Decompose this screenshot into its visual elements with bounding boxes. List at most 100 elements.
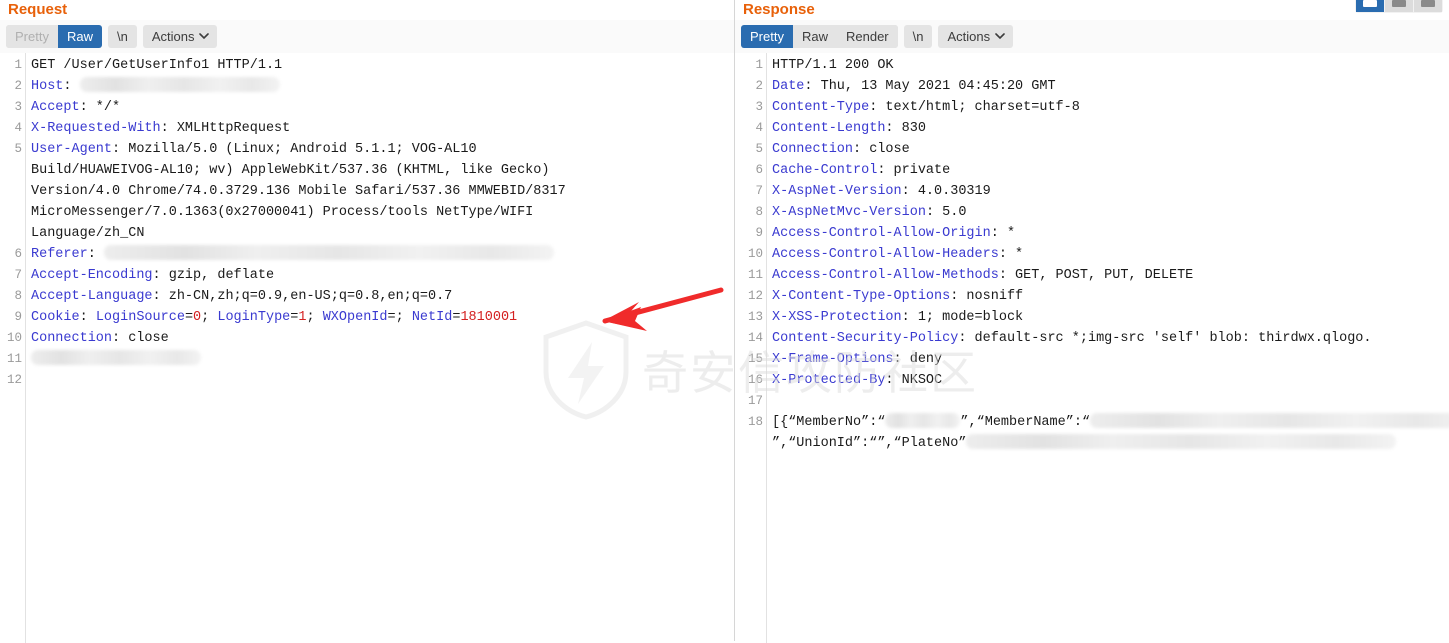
code-text: : — [87, 247, 104, 262]
code-line: Accept-Language: zh-CN,zh;q=0.9,en-US;q=… — [31, 286, 734, 307]
line-number: 8 — [755, 205, 763, 219]
tab-response-raw[interactable]: Raw — [792, 24, 837, 48]
code-line: GET /User/GetUserInfo1 HTTP/1.1 — [31, 55, 734, 76]
header-name: Content-Security-Policy — [772, 331, 959, 346]
request-panel-title: Request — [8, 1, 68, 18]
code-text: [{“MemberNo”:“ — [772, 415, 886, 430]
header-name: X-XSS-Protection — [772, 310, 902, 325]
line-number: 6 — [755, 163, 763, 177]
request-tabbar: Pretty Raw \n Actions — [0, 20, 734, 53]
code-text: : Thu, 13 May 2021 04:45:20 GMT — [804, 79, 1056, 94]
line-number — [0, 181, 25, 202]
line-number: 3 — [14, 100, 22, 114]
line-number: 15 — [747, 352, 763, 366]
request-newline-toggle[interactable]: \n — [107, 24, 137, 48]
code-line: HTTP/1.1 200 OK — [772, 55, 1449, 76]
line-number: 2 — [14, 79, 22, 93]
response-newline-toggle[interactable]: \n — [903, 24, 933, 48]
header-value-highlight: 0 — [193, 310, 202, 325]
line-number: 10 — [747, 247, 763, 261]
tab-request-raw[interactable]: Raw — [57, 24, 102, 48]
code-line: X-AspNetMvc-Version: 5.0 — [772, 202, 1449, 223]
layout-split-horizontal-button[interactable] — [1385, 0, 1413, 12]
code-line: Build/HUAWEIVOG-AL10; wv) AppleWebKit/53… — [31, 160, 734, 181]
request-view-tabs: Pretty Raw — [6, 24, 102, 48]
request-actions-button[interactable]: Actions — [142, 24, 218, 48]
request-code-area[interactable]: 1 2 3 4 5 6 7 8 9 10 11 12 GET /User/GetUserInfo1 H… — [0, 53, 734, 643]
line-number: 14 — [747, 331, 763, 345]
layout-single-pane-button[interactable] — [1414, 0, 1442, 12]
code-line: ”,“UnionId”:“”,“PlateNo” — [772, 433, 1449, 454]
line-number — [0, 160, 25, 181]
code-text: GET /User/GetUserInfo1 HTTP/1.1 — [31, 58, 283, 73]
line-number: 6 — [14, 247, 22, 261]
line-number: 11 — [6, 352, 22, 366]
header-name: Access-Control-Allow-Origin — [772, 226, 991, 241]
http-message-viewer: Request Pretty Raw \n Actions 1234567891… — [0, 0, 1449, 643]
header-name: Host — [31, 79, 64, 94]
code-text: : 830 — [885, 121, 926, 136]
line-number: 10 — [6, 331, 22, 345]
redacted-text — [103, 245, 554, 260]
code-line: Content-Type: text/html; charset=utf-8 — [772, 97, 1449, 118]
header-name: Accept — [31, 100, 80, 115]
response-panel: Response Pretty Raw Render \n Actions 12… — [735, 0, 1449, 643]
tab-response-render[interactable]: Render — [836, 24, 898, 48]
header-name: Access-Control-Allow-Headers — [772, 247, 999, 262]
line-number: 16 — [747, 373, 763, 387]
code-line: Referer: — [31, 244, 734, 265]
code-line: X-Protected-By: NKSOC — [772, 370, 1449, 391]
code-line: Connection: close — [31, 328, 734, 349]
header-name: Content-Type — [772, 100, 870, 115]
code-text: : text/html; charset=utf-8 — [869, 100, 1080, 115]
code-line: Content-Security-Policy: default-src *;i… — [772, 328, 1449, 349]
code-text: : * — [990, 226, 1016, 241]
code-text: : close — [112, 331, 169, 346]
header-name: Cookie — [31, 310, 80, 325]
header-name: Referer — [31, 247, 88, 262]
code-line: [{“MemberNo”:“ ”,“MemberName”:“ — [772, 412, 1449, 433]
tab-response-pretty[interactable]: Pretty — [741, 24, 793, 48]
line-number — [0, 202, 25, 223]
header-name: Connection — [31, 331, 113, 346]
header-name: WXOpenId — [322, 310, 388, 325]
code-text: : 5.0 — [925, 205, 967, 220]
line-number: 1 — [755, 58, 763, 72]
header-name: NetId — [411, 310, 453, 325]
response-actions-button[interactable]: Actions — [938, 24, 1014, 48]
tab-request-pretty[interactable]: Pretty — [6, 24, 58, 48]
request-line-numbers: 1 2 3 4 5 6 7 8 9 10 11 12 — [0, 53, 26, 643]
split-horizontal-icon — [1392, 0, 1406, 7]
code-line: User-Agent: Mozilla/5.0 (Linux; Android … — [31, 139, 734, 160]
code-text: : Mozilla/5.0 (Linux; Android 5.1.1; VOG… — [112, 142, 477, 157]
code-line: X-Frame-Options: deny — [772, 349, 1449, 370]
code-text: : default-src *;img-src 'self' blob: thi… — [958, 331, 1372, 346]
code-line: X-XSS-Protection: 1; mode=block — [772, 307, 1449, 328]
header-name: Connection — [772, 142, 854, 157]
line-number: 12 — [6, 373, 22, 387]
code-text: : 1; mode=block — [901, 310, 1024, 325]
code-text: : * — [998, 247, 1024, 262]
code-line: Content-Length: 830 — [772, 118, 1449, 139]
line-number: 5 — [14, 142, 22, 156]
header-name: Cache-Control — [772, 163, 878, 178]
header-name: X-Protected-By — [772, 373, 886, 388]
code-line — [31, 349, 734, 370]
code-text: : private — [877, 163, 951, 178]
header-name: LoginType — [217, 310, 291, 325]
response-code-area[interactable]: 1 2 3 4 5 6 7 8 9 10 11 12 13 14 15 16 17 18 HTTP/1.1 200… — [735, 53, 1449, 643]
line-number: 9 — [755, 226, 763, 240]
line-number: 18 — [747, 415, 763, 429]
line-number: 1 — [14, 58, 22, 72]
redacted-text — [1090, 413, 1449, 428]
code-text: Language/zh_CN — [31, 226, 145, 241]
header-name: LoginSource — [95, 310, 185, 325]
layout-split-vertical-button[interactable] — [1356, 0, 1384, 12]
header-name: X-Content-Type-Options — [772, 289, 951, 304]
line-number: 2 — [755, 79, 763, 93]
line-number: 12 — [747, 289, 763, 303]
header-name: Access-Control-Allow-Methods — [772, 268, 999, 283]
line-number: 5 — [755, 142, 763, 156]
redacted-text — [885, 413, 961, 428]
